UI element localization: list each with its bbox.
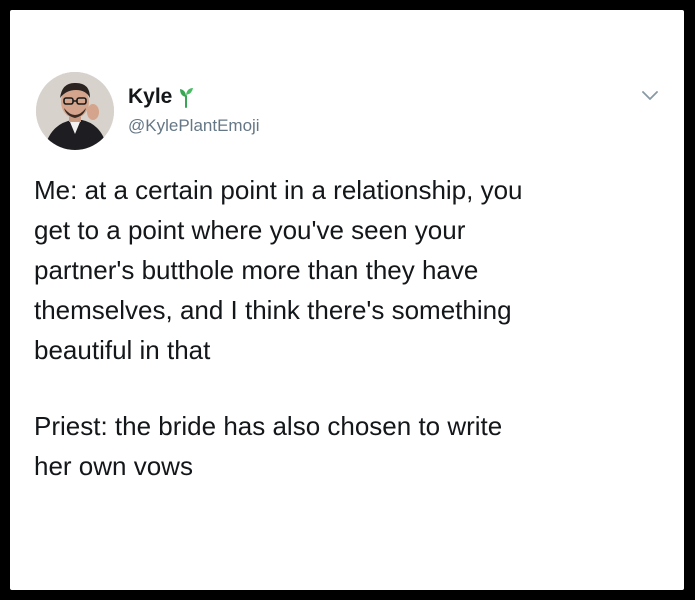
author-handle[interactable]: @KylePlantEmoji bbox=[128, 116, 260, 136]
tweet-card: Kyle @KylePlantEmoji Me: at a certain po… bbox=[10, 10, 684, 590]
chevron-down-icon bbox=[642, 91, 658, 100]
tweet-text: Me: at a certain point in a relationship… bbox=[34, 170, 664, 486]
tweet-line: Priest: the bride has also chosen to wri… bbox=[34, 411, 503, 441]
tweet-paragraph: Priest: the bride has also chosen to wri… bbox=[34, 406, 664, 486]
tweet-line: themselves, and I think there's somethin… bbox=[34, 295, 512, 325]
tweet-menu-button[interactable] bbox=[640, 86, 660, 106]
tweet-line: get to a point where you've seen your bbox=[34, 215, 466, 245]
author-name-row: Kyle bbox=[128, 84, 260, 110]
tweet-line: beautiful in that bbox=[34, 335, 211, 365]
tweet-line: partner's butthole more than they have bbox=[34, 255, 479, 285]
tweet-line: Me: at a certain point in a relationship… bbox=[34, 175, 523, 205]
author-display-name[interactable]: Kyle bbox=[128, 85, 172, 109]
tweet-paragraph: Me: at a certain point in a relationship… bbox=[34, 170, 664, 370]
tweet-line: her own vows bbox=[34, 451, 193, 481]
sprout-icon bbox=[178, 86, 194, 108]
avatar-image bbox=[36, 72, 114, 150]
avatar[interactable] bbox=[36, 72, 114, 150]
tweet-author[interactable]: Kyle @KylePlantEmoji bbox=[128, 84, 260, 136]
